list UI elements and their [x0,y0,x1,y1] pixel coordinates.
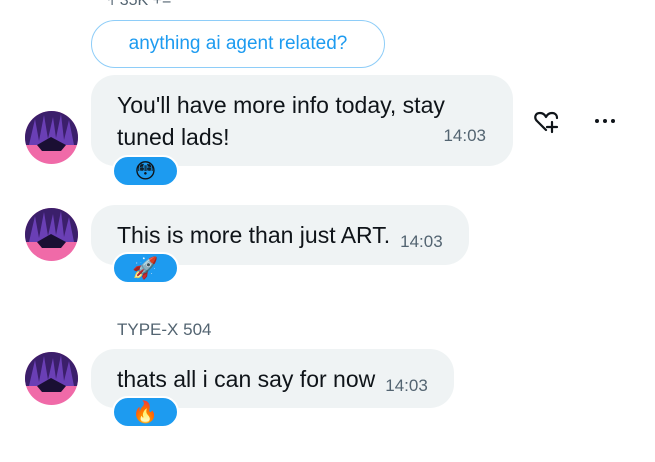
avatar-image [25,352,78,405]
message-timestamp: 14:03 [385,376,428,395]
avatar[interactable] [25,111,78,164]
message-text: This is more than just ART. [117,222,391,248]
dot [595,119,599,123]
flushed-face-emoji: 😳 [134,158,157,183]
message-bubble[interactable]: You'll have more info today, stay tuned … [91,75,513,166]
sender-name: TYPE-X 504 [117,320,212,339]
message-text: You'll have more info today, stay tuned … [117,92,445,150]
message-timestamp: 14:03 [443,126,486,145]
fire-emoji: 🔥 [132,399,159,424]
reaction-badge[interactable]: 🔥 [112,396,179,428]
heart-plus-icon[interactable] [532,107,560,135]
message-timestamp: 14:03 [400,232,443,251]
more-icon[interactable] [590,107,620,135]
reaction-badge[interactable]: 😳 [112,155,179,187]
quick-reply-label: anything ai agent related? [128,33,348,54]
avatar-image [25,208,78,261]
reaction-badge[interactable]: 🚀 [112,252,179,284]
dot [611,119,615,123]
reply-icon: ↰ [104,0,116,8]
avatar[interactable] [25,208,78,261]
partial-text: 35K += [119,0,172,9]
quick-reply-chip[interactable]: anything ai agent related? [91,20,385,68]
previous-message-partial: ↰ 35K += [104,0,171,10]
message-text: thats all i can say for now [117,366,376,392]
avatar[interactable] [25,352,78,405]
dot [603,119,607,123]
avatar-image [25,111,78,164]
rocket-emoji: 🚀 [132,255,159,280]
